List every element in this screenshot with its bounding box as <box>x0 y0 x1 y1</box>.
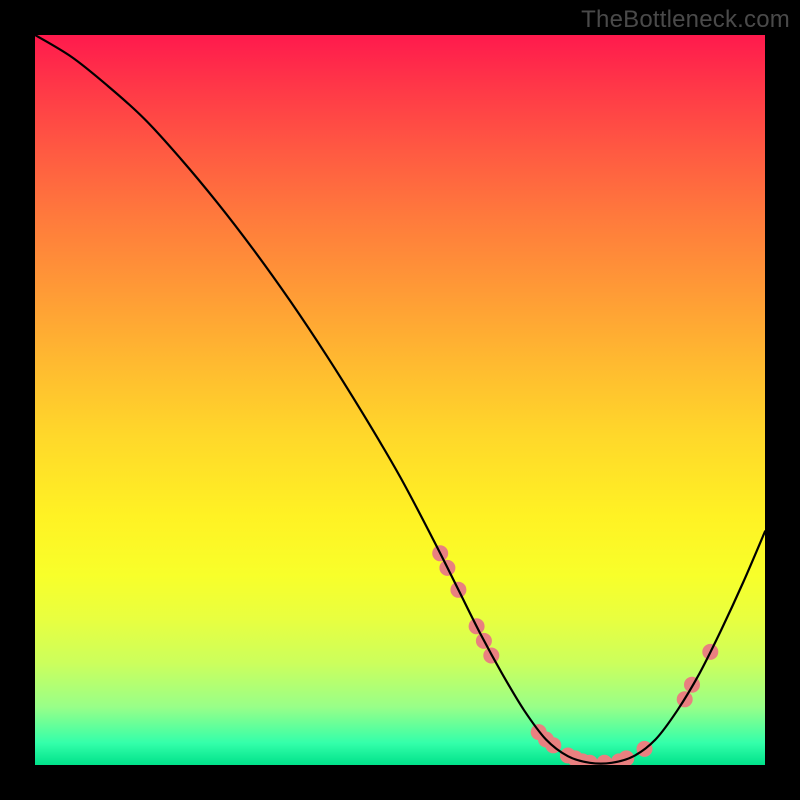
outer-frame: TheBottleneck.com <box>0 0 800 800</box>
markers-group <box>432 545 718 765</box>
bottleneck-curve <box>35 35 765 764</box>
curve-svg <box>35 35 765 765</box>
watermark-text: TheBottleneck.com <box>581 6 790 34</box>
plot-area <box>35 35 765 765</box>
